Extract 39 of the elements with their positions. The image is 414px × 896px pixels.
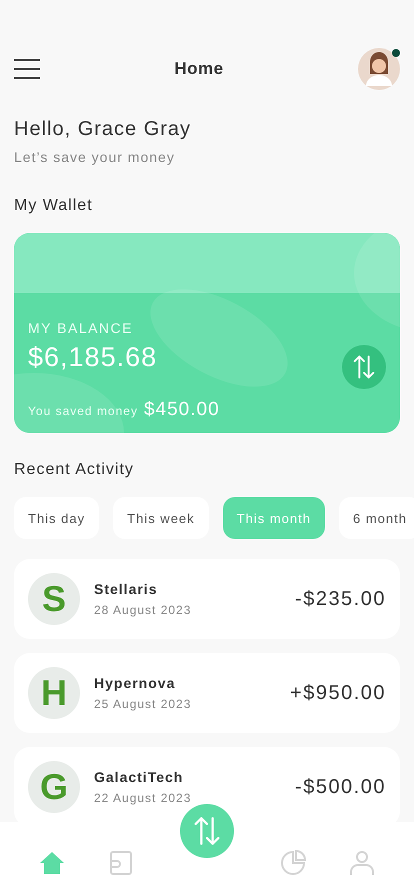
balance-label: MY BALANCE bbox=[28, 320, 134, 336]
transaction-date: 25 August 2023 bbox=[94, 697, 192, 711]
wallet-icon bbox=[110, 851, 132, 875]
transaction-card[interactable]: G GalactiTech 22 August 2023 -$500.00 bbox=[14, 747, 400, 822]
balance-amount: $6,185.68 bbox=[28, 342, 158, 372]
menu-icon[interactable] bbox=[14, 59, 40, 79]
pie-chart-icon bbox=[280, 850, 306, 876]
filter-tab[interactable]: This day bbox=[14, 497, 100, 539]
transaction-name: Hypernova bbox=[94, 675, 176, 691]
avatar[interactable] bbox=[358, 48, 400, 90]
greeting-title: Hello, Grace Gray bbox=[14, 118, 192, 141]
nav-tab[interactable] bbox=[350, 850, 374, 876]
transaction-date: 28 August 2023 bbox=[94, 603, 192, 617]
nav-tab[interactable] bbox=[110, 851, 132, 875]
filter-tab[interactable]: This week bbox=[113, 497, 209, 539]
page-title: Home bbox=[174, 59, 224, 79]
user-icon bbox=[350, 850, 374, 876]
transaction-date: 22 August 2023 bbox=[94, 791, 192, 805]
transaction-card[interactable]: H Hypernova 25 August 2023 +$950.00 bbox=[14, 653, 400, 733]
saved-amount: $450.00 bbox=[144, 398, 220, 420]
company-logo: S bbox=[28, 573, 80, 625]
home-icon bbox=[39, 851, 65, 875]
transfer-fab[interactable] bbox=[180, 804, 234, 858]
greeting-subtitle: Let’s save your money bbox=[14, 149, 176, 165]
transaction-card[interactable]: S Stellaris 28 August 2023 -$235.00 bbox=[14, 559, 400, 639]
company-logo: G bbox=[28, 761, 80, 813]
transaction-name: GalactiTech bbox=[94, 769, 184, 785]
section-heading: Recent Activity bbox=[14, 461, 135, 479]
section-heading: My Wallet bbox=[14, 197, 94, 215]
nav-tab[interactable] bbox=[280, 850, 306, 876]
nav-tab[interactable] bbox=[39, 851, 65, 875]
person-silhouette-icon bbox=[358, 48, 400, 90]
transaction-name: Stellaris bbox=[94, 581, 158, 597]
saved-label: You saved money bbox=[28, 404, 138, 418]
company-logo: H bbox=[28, 667, 80, 719]
transaction-amount: -$235.00 bbox=[295, 588, 386, 610]
filter-tab[interactable]: 6 month bbox=[338, 497, 414, 539]
transaction-amount: +$950.00 bbox=[290, 682, 386, 704]
transaction-amount: -$500.00 bbox=[295, 776, 386, 798]
